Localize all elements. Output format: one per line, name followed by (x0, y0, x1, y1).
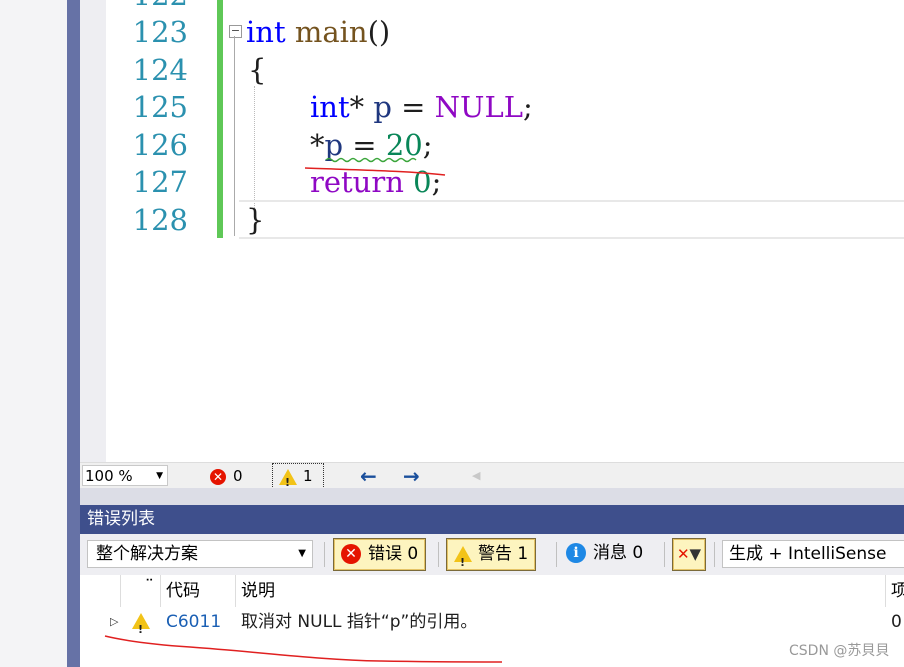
watermark: CSDN @苏貝貝 (789, 643, 890, 659)
squiggle-underline (325, 157, 417, 163)
red-underline-row (104, 635, 503, 663)
hand-drawn-annotations (104, 157, 503, 663)
red-underline-code (304, 167, 446, 176)
